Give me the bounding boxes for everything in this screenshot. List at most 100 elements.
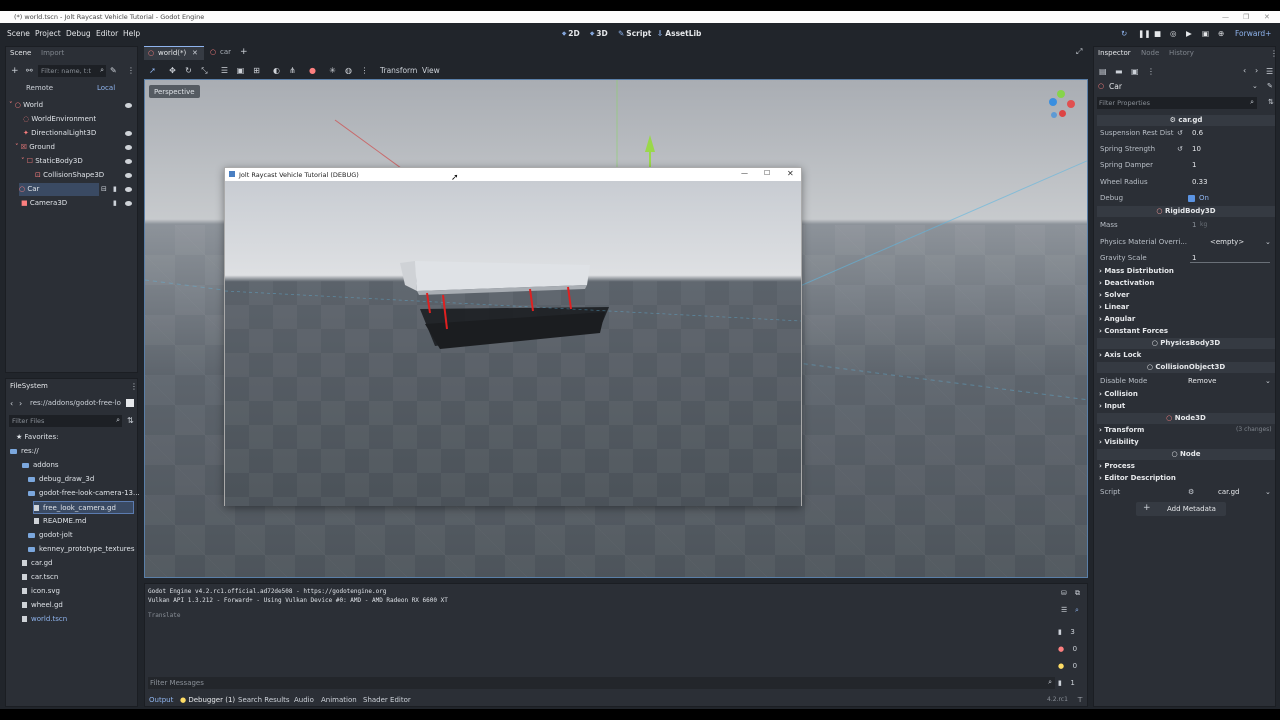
stop-icon[interactable]: ■ bbox=[1154, 29, 1161, 38]
add-metadata-button[interactable]: + Add Metadata bbox=[1136, 502, 1226, 516]
tab-search-results[interactable]: Search Results bbox=[238, 696, 290, 704]
collapse-icon[interactable]: ☰ bbox=[1061, 606, 1067, 614]
tab-debugger[interactable]: ● Debugger (1) bbox=[180, 696, 235, 704]
clear-icon[interactable]: ⛁ bbox=[1061, 589, 1067, 597]
fs-godot-jolt[interactable]: godot-jolt bbox=[28, 529, 73, 542]
tree-node-collisionshape3d[interactable]: ⊡ CollisionShape3D bbox=[35, 169, 104, 182]
script-icon[interactable]: ▮ bbox=[113, 199, 117, 207]
menu-debug[interactable]: Debug bbox=[66, 29, 91, 38]
distraction-free-icon[interactable]: ⤢ bbox=[1076, 47, 1082, 57]
fs-free-look-camera-gd[interactable]: free_look_camera.gd bbox=[33, 501, 134, 514]
select-tool-icon[interactable]: ➚ bbox=[148, 66, 157, 75]
tree-node-worldenvironment[interactable]: ◌ WorldEnvironment bbox=[23, 113, 96, 126]
chevron-down-icon[interactable]: ⌄ bbox=[1252, 82, 1258, 90]
close-icon[interactable]: ✕ bbox=[1264, 11, 1270, 23]
fs-addons[interactable]: addons bbox=[22, 459, 59, 472]
gravity-slider[interactable] bbox=[1190, 262, 1270, 263]
tab-output[interactable]: Output bbox=[149, 696, 173, 704]
rotate-tool-icon[interactable]: ↻ bbox=[184, 66, 193, 75]
chevron-down-icon[interactable]: ⌄ bbox=[1265, 238, 1271, 246]
close-tab-icon[interactable]: ✕ bbox=[192, 49, 198, 57]
tree-node-directionallight3d[interactable]: ✦ DirectionalLight3D bbox=[23, 127, 96, 140]
edit-script-icon[interactable]: ✎ bbox=[1267, 82, 1273, 90]
more-icon[interactable]: ⋮ bbox=[360, 66, 369, 75]
section-linear[interactable]: › Linear bbox=[1099, 303, 1129, 311]
prop-suspension-value[interactable]: 0.6 bbox=[1192, 126, 1203, 140]
tab-scene[interactable]: Scene bbox=[10, 49, 31, 57]
script-attach-icon[interactable]: ✎ bbox=[110, 66, 117, 75]
minimize-icon[interactable]: — bbox=[741, 169, 748, 177]
save-icon[interactable]: ▣ bbox=[1131, 67, 1139, 76]
maximize-icon[interactable]: ❐ bbox=[1243, 11, 1249, 23]
signal-icon[interactable]: ⊟ bbox=[101, 185, 107, 193]
prop-spring-strength-value[interactable]: 10 bbox=[1192, 142, 1201, 156]
scene-filter-input[interactable]: Filter: name, t:t ⌕ bbox=[38, 65, 106, 77]
tree-node-car[interactable]: ○ Car bbox=[19, 183, 99, 196]
section-transform[interactable]: › Transform bbox=[1099, 426, 1144, 434]
path-field[interactable]: res://addons/godot-free-lo bbox=[30, 399, 121, 407]
visibility-icon[interactable] bbox=[125, 187, 132, 192]
visibility-icon[interactable] bbox=[125, 201, 132, 206]
message-count[interactable]: ▮ 3 bbox=[1058, 627, 1075, 636]
tree-node-staticbody3d[interactable]: ˅ ☐ StaticBody3D bbox=[21, 155, 83, 168]
zoom-icon[interactable]: ⊕ bbox=[1218, 29, 1224, 38]
fs-free-look-camera-folder[interactable]: godot-free-look-camera-13... bbox=[28, 487, 140, 500]
search-icon[interactable]: ⌕ bbox=[1075, 606, 1079, 615]
tab-node[interactable]: Node bbox=[1141, 49, 1159, 57]
sort-icon[interactable]: ⇅ bbox=[127, 416, 134, 425]
maximize-icon[interactable]: ☐ bbox=[764, 169, 770, 177]
history-forward-icon[interactable]: › bbox=[1255, 66, 1258, 75]
remote-tab[interactable]: Remote bbox=[26, 84, 53, 92]
history-list-icon[interactable]: ☰ bbox=[1266, 67, 1273, 76]
prop-mass-field[interactable]: 1 kg bbox=[1188, 219, 1273, 231]
close-icon[interactable]: ✕ bbox=[787, 169, 794, 178]
environment-icon[interactable]: ◍ bbox=[344, 66, 353, 75]
menu-project[interactable]: Project bbox=[35, 29, 61, 38]
more-icon[interactable]: ⋮ bbox=[1270, 49, 1278, 58]
workspace-script[interactable]: ✎ Script bbox=[618, 29, 651, 38]
visibility-icon[interactable] bbox=[125, 145, 132, 150]
tab-audio[interactable]: Audio bbox=[294, 696, 314, 704]
workspace-3d[interactable]: ⌖ 3D bbox=[590, 29, 608, 39]
lock-icon[interactable]: ▣ bbox=[236, 66, 245, 75]
fs-wheel-gd[interactable]: wheel.gd bbox=[22, 599, 63, 612]
warning-count[interactable]: ● 0 bbox=[1058, 661, 1077, 670]
visibility-icon[interactable] bbox=[125, 103, 132, 108]
info-count[interactable]: ▮ 1 bbox=[1058, 678, 1075, 687]
preview-camera-icon[interactable]: ● bbox=[308, 66, 317, 75]
new-resource-icon[interactable]: ▤ bbox=[1099, 67, 1107, 76]
section-constant-forces[interactable]: › Constant Forces bbox=[1099, 327, 1168, 335]
section-editor-description[interactable]: › Editor Description bbox=[1099, 474, 1176, 482]
workspace-assetlib[interactable]: ⇩ AssetLib bbox=[657, 29, 701, 38]
sun-icon[interactable]: ✳ bbox=[328, 66, 337, 75]
prop-spring-damper-value[interactable]: 1 bbox=[1192, 158, 1196, 172]
view-menu[interactable]: View bbox=[422, 66, 440, 75]
list-tool-icon[interactable]: ☰ bbox=[220, 66, 229, 75]
fs-car-gd[interactable]: car.gd bbox=[22, 557, 53, 570]
game-viewport[interactable] bbox=[225, 181, 801, 506]
remote-debug-icon[interactable]: ◎ bbox=[1170, 29, 1177, 38]
section-mass-distribution[interactable]: › Mass Distribution bbox=[1099, 267, 1174, 275]
section-axis-lock[interactable]: › Axis Lock bbox=[1099, 351, 1141, 359]
section-collision[interactable]: › Collision bbox=[1099, 390, 1138, 398]
reload-icon[interactable]: ↻ bbox=[1121, 29, 1127, 38]
prop-disable-mode-value[interactable]: Remove bbox=[1188, 374, 1216, 388]
prop-wheel-radius-value[interactable]: 0.33 bbox=[1192, 175, 1208, 189]
tab-import[interactable]: Import bbox=[41, 49, 64, 57]
fs-kenney[interactable]: kenney_prototype_textures bbox=[28, 543, 134, 556]
menu-help[interactable]: Help bbox=[123, 29, 140, 38]
tab-inspector[interactable]: Inspector bbox=[1098, 49, 1131, 57]
section-angular[interactable]: › Angular bbox=[1099, 315, 1135, 323]
tree-node-world[interactable]: ˅ ○ World bbox=[9, 99, 43, 112]
filesystem-filter-input[interactable]: Filter Files ⌕ bbox=[9, 415, 122, 427]
game-window[interactable]: Jolt Raycast Vehicle Tutorial (DEBUG) — … bbox=[224, 167, 802, 506]
add-node-icon[interactable]: + bbox=[11, 66, 19, 76]
workspace-2d[interactable]: ⌖ 2D bbox=[562, 29, 580, 39]
prop-physics-material-value[interactable]: <empty> bbox=[1210, 235, 1244, 249]
menu-editor[interactable]: Editor bbox=[96, 29, 118, 38]
open-folder-icon[interactable]: ▬ bbox=[1115, 67, 1123, 76]
tree-node-camera3d[interactable]: ■ Camera3D bbox=[21, 197, 67, 210]
chevron-down-icon[interactable]: ⌄ bbox=[1265, 488, 1271, 496]
section-input[interactable]: › Input bbox=[1099, 402, 1125, 410]
new-tab-icon[interactable]: + bbox=[240, 47, 248, 57]
